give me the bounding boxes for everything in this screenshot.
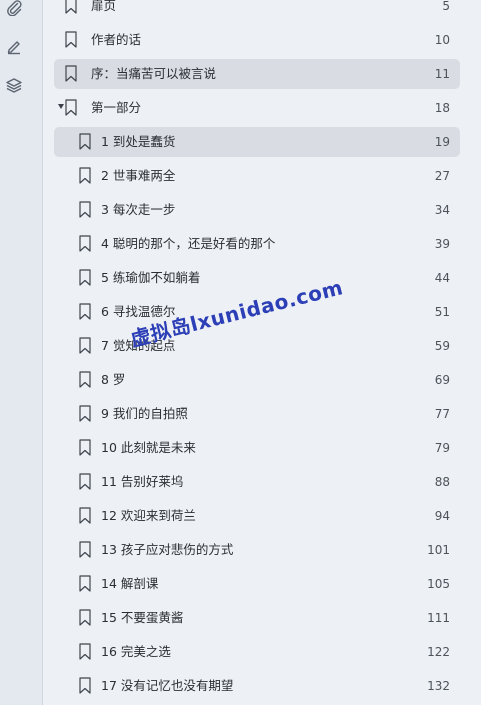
toc-item-label: 13 孩子应对悲伤的方式: [101, 542, 234, 557]
toc-item-page: 18: [434, 101, 450, 115]
bookmark-icon: [65, 0, 77, 14]
toc-item[interactable]: 8 罗 69: [54, 365, 460, 395]
toc-item-page: 10: [434, 33, 450, 47]
bookmark-icon: [65, 31, 77, 48]
bookmark-icon: [79, 269, 91, 286]
toc-item-page: 44: [434, 271, 450, 285]
toc-item-page: 77: [434, 407, 450, 421]
toc-section-label: 第一部分: [91, 100, 142, 115]
toc-item-page: 5: [442, 0, 450, 13]
bookmark-icon: [79, 439, 91, 456]
layers-icon[interactable]: [5, 76, 23, 94]
toc-item-label: 2 世事难两全: [101, 168, 176, 183]
bookmark-icon: [79, 167, 91, 184]
toc-item-label: 扉页: [91, 0, 117, 13]
paperclip-icon[interactable]: [5, 0, 23, 16]
bookmark-icon: [79, 133, 91, 150]
toc-item-page: 105: [427, 577, 450, 591]
expand-triangle-icon[interactable]: [58, 104, 64, 109]
toc-item-label: 9 我们的自拍照: [101, 406, 188, 421]
toc-item[interactable]: 12 欢迎来到荷兰 94: [54, 501, 460, 531]
toc-item-page: 132: [427, 679, 450, 693]
bookmark-icon: [79, 303, 91, 320]
bookmark-icon: [79, 541, 91, 558]
toc-item[interactable]: 2 世事难两全 27: [54, 161, 460, 191]
bookmark-icon: [79, 677, 91, 694]
bookmark-icon: [79, 609, 91, 626]
toc-item[interactable]: 扉页 5: [54, 0, 460, 21]
table-of-contents: 扉页 5 作者的话 10 序：当痛苦可以被言说 11 第一部分 18 1 到处是…: [43, 0, 481, 705]
toc-item-page: 111: [427, 611, 450, 625]
toc-item-label: 作者的话: [91, 32, 142, 47]
bookmark-icon: [79, 405, 91, 422]
bookmark-icon: [79, 643, 91, 660]
bookmark-icon: [65, 99, 77, 116]
toc-item-label: 4 聪明的那个，还是好看的那个: [101, 236, 276, 251]
bookmark-icon: [79, 473, 91, 490]
pen-icon[interactable]: [5, 37, 23, 55]
bookmark-icon: [79, 371, 91, 388]
toc-item-page: 19: [434, 135, 450, 149]
toc-item[interactable]: 16 完美之选 122: [54, 637, 460, 667]
toc-item-page: 88: [434, 475, 450, 489]
toc-section[interactable]: 第一部分 18: [54, 93, 460, 123]
toc-item-page: 79: [434, 441, 450, 455]
toc-item-label: 8 罗: [101, 372, 126, 387]
bookmark-icon: [65, 65, 77, 82]
toc-item-label: 12 欢迎来到荷兰: [101, 508, 196, 523]
toc-item[interactable]: 作者的话 10: [54, 25, 460, 55]
left-toolbar: [0, 0, 43, 705]
toc-item-label: 15 不要蛋黄酱: [101, 610, 184, 625]
toc-item-page: 101: [427, 543, 450, 557]
toc-item[interactable]: 15 不要蛋黄酱 111: [54, 603, 460, 633]
bookmark-icon: [79, 575, 91, 592]
toc-item-label: 11 告别好莱坞: [101, 474, 184, 489]
toc-item[interactable]: 17 没有记忆也没有期望 132: [54, 671, 460, 701]
bookmark-icon: [79, 337, 91, 354]
toc-item[interactable]: 9 我们的自拍照 77: [54, 399, 460, 429]
toc-item-page: 122: [427, 645, 450, 659]
toc-item-highlighted[interactable]: 1 到处是蠢货 19: [54, 127, 460, 157]
toc-item[interactable]: 14 解剖课 105: [54, 569, 460, 599]
toc-item-page: 51: [434, 305, 450, 319]
toc-item-label: 1 到处是蠢货: [101, 134, 176, 149]
toc-item[interactable]: 13 孩子应对悲伤的方式 101: [54, 535, 460, 565]
toc-item-label: 14 解剖课: [101, 576, 159, 591]
toc-item-page: 59: [434, 339, 450, 353]
toc-item-label: 16 完美之选: [101, 644, 171, 659]
toc-item-page: 69: [434, 373, 450, 387]
toc-item[interactable]: 11 告别好莱坞 88: [54, 467, 460, 497]
toc-item[interactable]: 7 觉知的起点 59: [54, 331, 460, 361]
toc-item-page: 39: [434, 237, 450, 251]
bookmark-icon: [79, 235, 91, 252]
toc-item-label: 17 没有记忆也没有期望: [101, 678, 234, 693]
toc-item-label: 5 练瑜伽不如躺着: [101, 270, 201, 285]
bookmark-icon: [79, 507, 91, 524]
toc-item-label: 10 此刻就是未来: [101, 440, 196, 455]
toc-item-selected[interactable]: 序：当痛苦可以被言说 11: [54, 59, 460, 89]
bookmark-icon: [79, 201, 91, 218]
toc-item[interactable]: 3 每次走一步 34: [54, 195, 460, 225]
toc-item-page: 11: [434, 67, 450, 81]
toc-item[interactable]: 5 练瑜伽不如躺着 44: [54, 263, 460, 293]
toc-item-label: 序：当痛苦可以被言说: [91, 66, 217, 81]
toc-item-label: 3 每次走一步: [101, 202, 176, 217]
toc-item-page: 34: [434, 203, 450, 217]
toc-item[interactable]: 4 聪明的那个，还是好看的那个 39: [54, 229, 460, 259]
toc-item[interactable]: 10 此刻就是未来 79: [54, 433, 460, 463]
toc-item-page: 27: [434, 169, 450, 183]
toc-item-page: 94: [434, 509, 450, 523]
